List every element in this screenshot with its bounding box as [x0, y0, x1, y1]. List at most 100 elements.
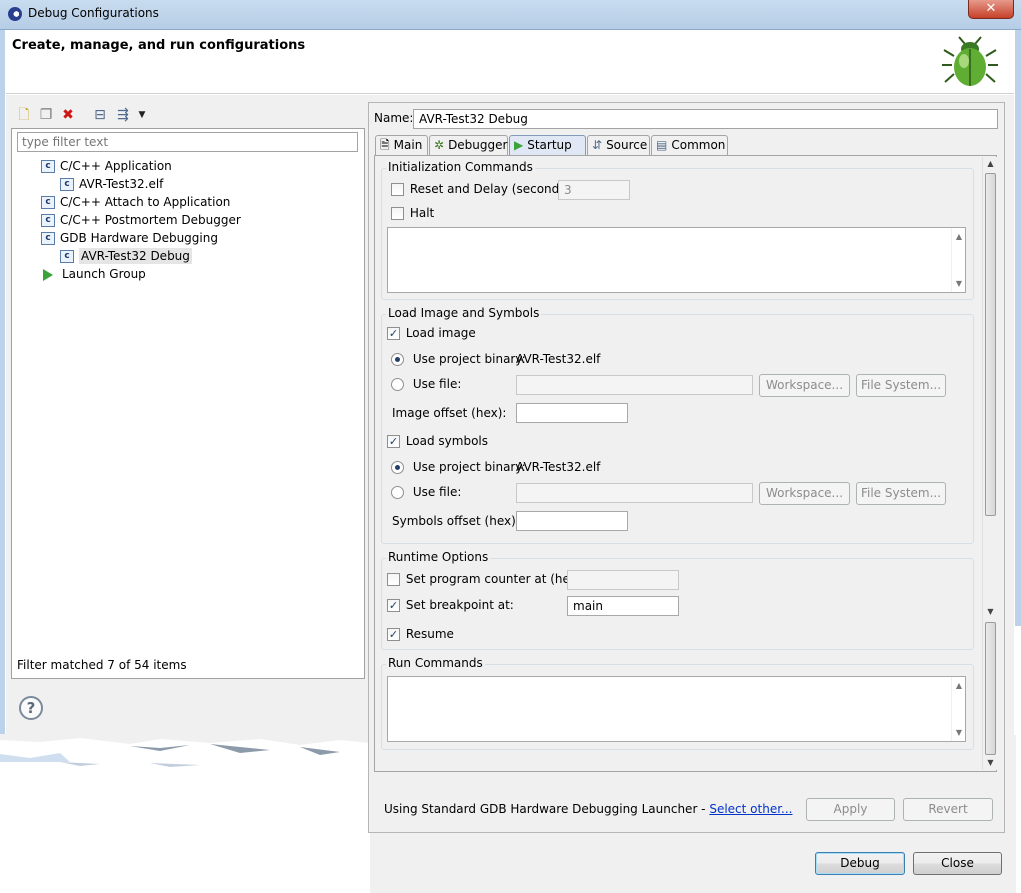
tree-item-label: GDB Hardware Debugging: [60, 231, 218, 245]
scroll-up-icon[interactable]: ▲: [983, 158, 998, 170]
tree-item-cpp-attach[interactable]: c C/C++ Attach to Application: [41, 193, 230, 211]
tab-startup[interactable]: ▶ Startup: [509, 135, 586, 155]
reset-delay-checkbox[interactable]: [391, 183, 404, 196]
reset-delay-option[interactable]: Reset and Delay (seconds):: [391, 182, 574, 196]
image-use-file-option[interactable]: Use file:: [391, 377, 461, 391]
dialog-header-title: Create, manage, and run configurations: [12, 38, 306, 53]
dropdown-icon[interactable]: ▼: [134, 107, 150, 123]
load-symbols-label: Load symbols: [405, 434, 489, 448]
bug-icon: [942, 36, 998, 86]
image-project-binary-value: AVR-Test32.elf: [516, 352, 601, 366]
symbols-file-field[interactable]: [516, 483, 753, 503]
tab-label: Source: [606, 138, 648, 152]
image-workspace-button[interactable]: Workspace...: [759, 374, 850, 397]
startup-vertical-scrollbar[interactable]: ▲ ▼ ▼: [982, 157, 997, 770]
launcher-text: Using Standard GDB Hardware Debugging La…: [384, 802, 710, 816]
image-filesystem-button[interactable]: File System...: [856, 374, 946, 397]
symbols-use-project-binary-option[interactable]: Use project binary:: [391, 460, 526, 474]
tree-item-avr-debug[interactable]: c AVR-Test32 Debug: [60, 247, 192, 265]
resume-option[interactable]: ✓ Resume: [387, 627, 454, 641]
filter-input[interactable]: [17, 132, 358, 152]
image-use-project-binary-option[interactable]: Use project binary:: [391, 352, 526, 366]
set-pc-field[interactable]: [567, 570, 679, 590]
scroll-down-icon[interactable]: ▼: [983, 606, 998, 618]
scroll-thumb-lower[interactable]: [985, 622, 996, 755]
collapse-all-icon[interactable]: ⊟: [92, 107, 108, 123]
run-commands-scrollbar[interactable]: ▲ ▼: [951, 677, 965, 741]
symbols-filesystem-button[interactable]: File System...: [856, 482, 946, 505]
image-file-field[interactable]: [516, 375, 753, 395]
image-project-binary-radio[interactable]: [391, 353, 404, 366]
scroll-down-icon[interactable]: ▼: [983, 757, 998, 769]
symbols-project-binary-radio[interactable]: [391, 461, 404, 474]
init-commands-textarea[interactable]: ▲ ▼: [387, 227, 966, 293]
delete-icon[interactable]: ✖: [60, 107, 76, 123]
halt-option[interactable]: Halt: [391, 206, 434, 220]
reset-delay-field[interactable]: 3: [558, 180, 630, 200]
symbols-workspace-button[interactable]: Workspace...: [759, 482, 850, 505]
symbols-offset-field[interactable]: [516, 511, 628, 531]
help-icon[interactable]: ?: [19, 696, 43, 720]
name-input[interactable]: [413, 109, 998, 129]
tree-item-label: AVR-Test32 Debug: [79, 248, 192, 264]
tab-source[interactable]: ⇵ Source: [587, 135, 650, 155]
symbols-use-file-option[interactable]: Use file:: [391, 485, 461, 499]
tree-item-label: AVR-Test32.elf: [79, 177, 164, 191]
image-offset-field[interactable]: [516, 403, 628, 423]
load-symbols-option[interactable]: ✓ Load symbols: [387, 434, 488, 448]
scroll-thumb[interactable]: [985, 173, 996, 516]
tree-item-launch-group[interactable]: Launch Group: [41, 265, 146, 283]
bug-small-icon: ✲: [434, 138, 445, 152]
c-config-icon: c: [60, 250, 74, 263]
breakpoint-field[interactable]: main: [567, 596, 679, 616]
c-config-icon: c: [41, 214, 55, 227]
set-breakpoint-checkbox[interactable]: ✓: [387, 599, 400, 612]
window-close-button[interactable]: ✕: [968, 0, 1014, 19]
c-config-icon: c: [41, 232, 55, 245]
run-commands-title: Run Commands: [386, 656, 485, 670]
set-pc-checkbox[interactable]: [387, 573, 400, 586]
load-image-group: [381, 314, 974, 544]
tree-item-cpp-application[interactable]: c C/C++ Application: [41, 157, 172, 175]
load-symbols-checkbox[interactable]: ✓: [387, 435, 400, 448]
tree-item-cpp-postmortem[interactable]: c C/C++ Postmortem Debugger: [41, 211, 241, 229]
play-icon: ▶: [514, 138, 524, 152]
image-use-file-radio[interactable]: [391, 378, 404, 391]
select-other-link[interactable]: Select other...: [709, 802, 792, 816]
set-pc-option[interactable]: Set program counter at (hex):: [387, 572, 586, 586]
symbols-use-file-radio[interactable]: [391, 486, 404, 499]
load-image-option[interactable]: ✓ Load image: [387, 326, 476, 340]
revert-button[interactable]: Revert: [903, 798, 993, 821]
tab-common[interactable]: ▤ Common: [651, 135, 728, 155]
tab-debugger[interactable]: ✲ Debugger: [429, 135, 508, 155]
halt-checkbox[interactable]: [391, 207, 404, 220]
config-toolbar: 🗋 ❐ ✖ ⊟ ⇶ ▼: [12, 103, 364, 128]
set-breakpoint-option[interactable]: ✓ Set breakpoint at:: [387, 598, 514, 612]
c-config-icon: c: [41, 196, 55, 209]
debug-button[interactable]: Debug: [815, 852, 905, 875]
tab-label: Main: [393, 138, 423, 152]
launch-group-icon: [43, 268, 53, 281]
duplicate-icon[interactable]: ❐: [38, 107, 54, 123]
symbols-project-binary-value: AVR-Test32.elf: [516, 460, 601, 474]
apply-button[interactable]: Apply: [806, 798, 895, 821]
filter-status: Filter matched 7 of 54 items: [17, 658, 187, 672]
run-commands-textarea[interactable]: ▲ ▼: [387, 676, 966, 742]
image-project-binary-label: Use project binary:: [412, 352, 526, 366]
tree-item-gdb-hardware[interactable]: c GDB Hardware Debugging: [41, 229, 218, 247]
load-image-checkbox[interactable]: ✓: [387, 327, 400, 340]
close-button[interactable]: Close: [913, 852, 1002, 875]
tab-label: Startup: [527, 138, 572, 152]
halt-label: Halt: [409, 206, 435, 220]
tab-label: Common: [671, 138, 726, 152]
tab-main[interactable]: 🗎 Main: [375, 135, 428, 155]
new-config-icon[interactable]: 🗋: [16, 107, 32, 123]
tree-item-avr-elf[interactable]: c AVR-Test32.elf: [60, 175, 163, 193]
load-image-title: Load Image and Symbols: [386, 306, 542, 320]
resume-checkbox[interactable]: ✓: [387, 628, 400, 641]
window-frame-left: [0, 30, 5, 738]
filter-icon[interactable]: ⇶: [115, 107, 131, 123]
init-commands-scrollbar[interactable]: ▲ ▼: [951, 228, 965, 292]
c-config-icon: c: [60, 178, 74, 191]
tree-item-label: C/C++ Application: [60, 159, 172, 173]
